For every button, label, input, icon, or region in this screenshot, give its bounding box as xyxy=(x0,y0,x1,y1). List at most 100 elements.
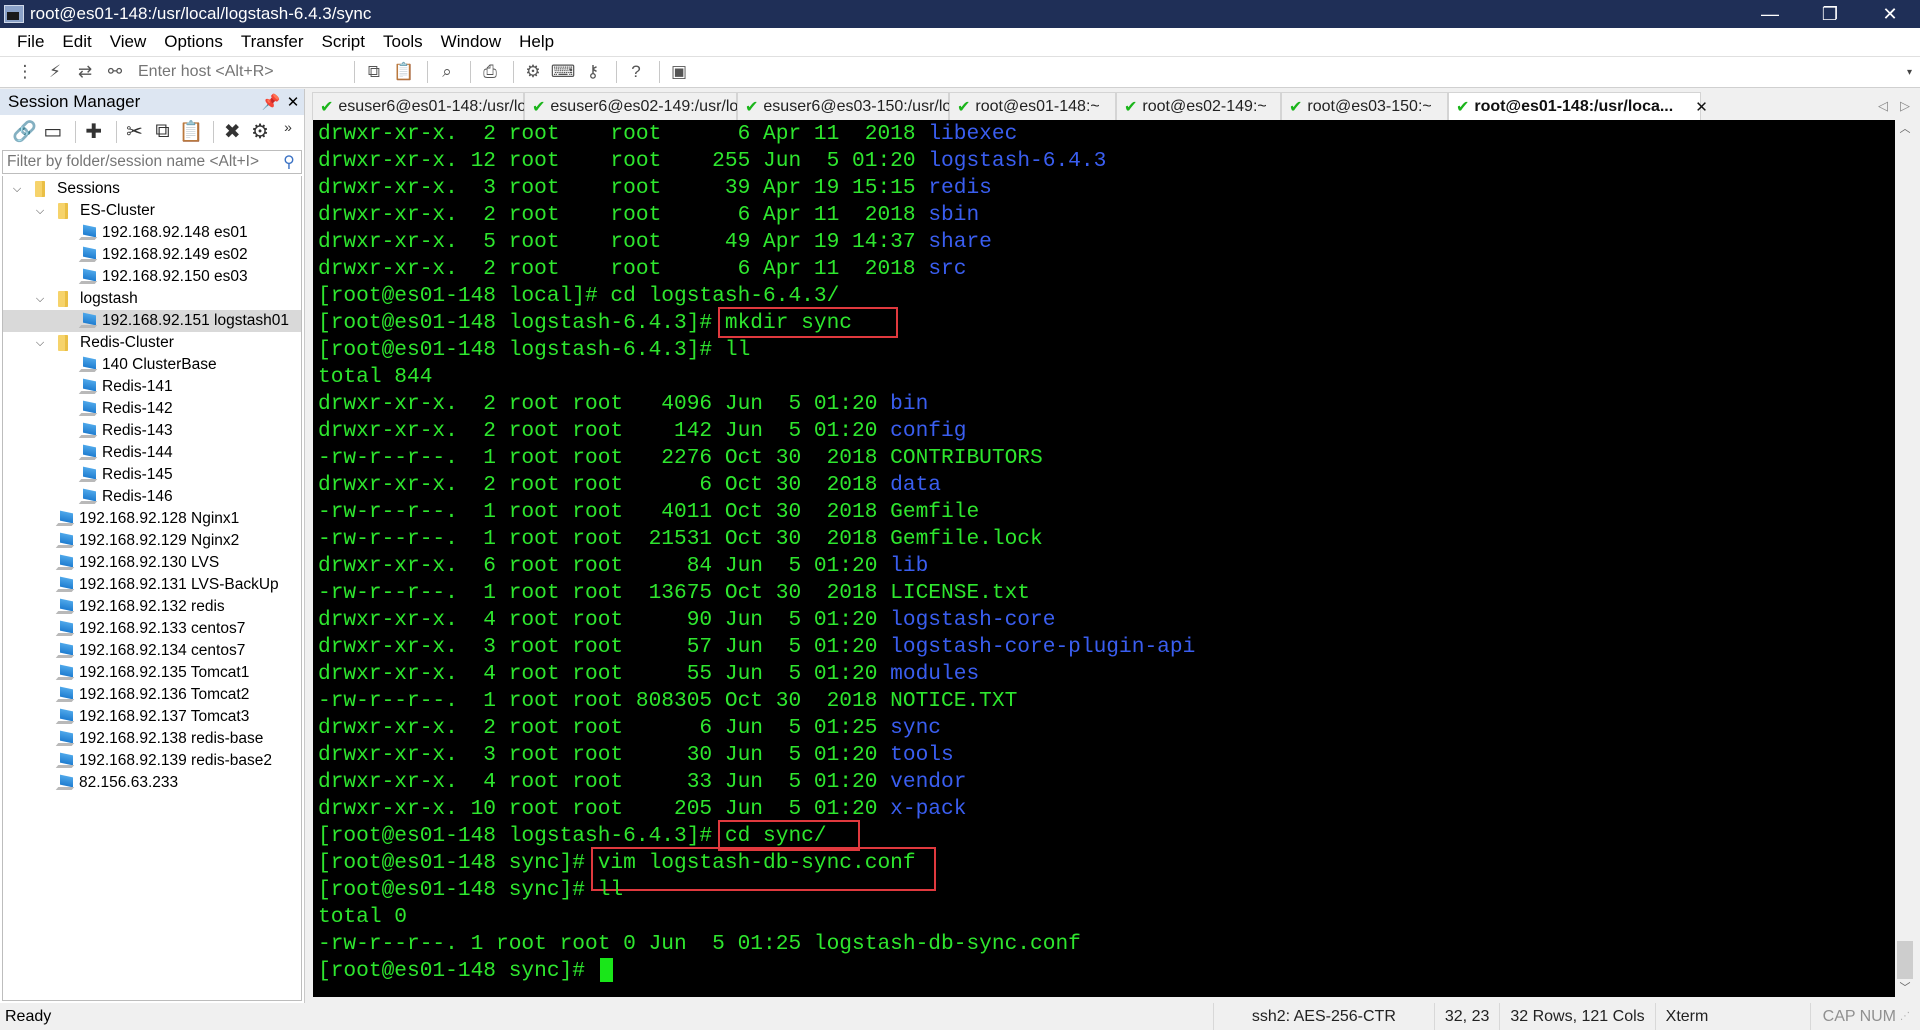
restore-button[interactable]: ❐ xyxy=(1800,0,1860,28)
menu-edit[interactable]: Edit xyxy=(53,32,100,52)
reconnect-icon[interactable]: ⇄ xyxy=(72,60,98,84)
scrollbar-thumb[interactable] xyxy=(1897,941,1913,979)
menu-file[interactable]: File xyxy=(8,32,53,52)
menu-options[interactable]: Options xyxy=(155,32,232,52)
find-icon[interactable]: ⌕ xyxy=(434,60,460,84)
chevron-down-icon[interactable]: ⌵ xyxy=(32,205,48,218)
help-icon[interactable]: ? xyxy=(623,60,649,84)
terminal-line: -rw-r--r--. 1 root root 13675 Oct 30 201… xyxy=(318,580,1895,607)
menu-view[interactable]: View xyxy=(101,32,156,52)
minimize-button[interactable]: — xyxy=(1740,0,1800,28)
keymap-icon[interactable]: ⌨ xyxy=(550,60,576,84)
tree-session[interactable]: 192.168.92.137 Tomcat3 xyxy=(3,706,301,728)
chevron-down-icon[interactable]: ⌵ xyxy=(32,293,48,306)
search-icon[interactable]: ⚲ xyxy=(277,152,301,172)
tree-session[interactable]: Redis-144 xyxy=(3,442,301,464)
terminal-scrollbar[interactable]: ︿ ﹀ xyxy=(1895,120,1915,997)
tree-session[interactable]: Redis-145 xyxy=(3,464,301,486)
delete-icon[interactable]: ✖ xyxy=(220,120,244,144)
terminal-text: -rw-r--r--. 1 root root 4011 Oct 30 2018… xyxy=(318,500,980,524)
enter-host-input[interactable] xyxy=(138,60,328,84)
resize-grip-icon[interactable]: ⋰ xyxy=(1898,1003,1920,1030)
close-tab-icon[interactable]: ✕ xyxy=(1695,98,1708,116)
sftp-icon[interactable]: ▣ xyxy=(666,60,692,84)
paste-icon[interactable]: 📋 xyxy=(391,60,417,84)
tree-session[interactable]: 192.168.92.139 redis-base2 xyxy=(3,750,301,772)
tree-session[interactable]: 192.168.92.138 redis-base xyxy=(3,728,301,750)
tree-session[interactable]: Redis-146 xyxy=(3,486,301,508)
tree-session[interactable]: 82.156.63.233 xyxy=(3,772,301,794)
tree-session[interactable]: 192.168.92.151 logstash01 xyxy=(3,310,301,332)
tab-session[interactable]: ✔ esuser6@es01-148:/usr/local... xyxy=(312,92,560,120)
terminal-line: drwxr-xr-x. 4 root root 33 Jun 5 01:20 v… xyxy=(318,769,1895,796)
tree-session[interactable]: Redis-143 xyxy=(3,420,301,442)
tree-session[interactable]: Redis-141 xyxy=(3,376,301,398)
menu-window[interactable]: Window xyxy=(432,32,510,52)
copy-icon[interactable]: ⧉ xyxy=(151,120,175,144)
tree-folder[interactable]: ⌵ ES-Cluster xyxy=(3,200,301,222)
tree-session[interactable]: Redis-142 xyxy=(3,398,301,420)
tab-active-session[interactable]: ✔ root@es01-148:/usr/loca... ✕ xyxy=(1448,92,1708,120)
paste-icon[interactable]: 📋 xyxy=(178,120,203,144)
disconnect-icon[interactable]: ⚯ xyxy=(102,60,128,84)
menu-script[interactable]: Script xyxy=(313,32,374,52)
menu-transfer[interactable]: Transfer xyxy=(232,32,313,52)
more-icon[interactable]: » xyxy=(276,115,300,139)
terminal-text: drwxr-xr-x. 3 root root 57 Jun 5 01:20 xyxy=(318,635,891,659)
close-button[interactable]: ✕ xyxy=(1860,0,1920,28)
connect-in-tab-icon[interactable]: ⋮ xyxy=(12,60,38,84)
new-session-icon[interactable]: ✚ xyxy=(82,120,106,144)
copy-icon[interactable]: ⧉ xyxy=(361,60,387,84)
settings-icon[interactable]: ⚙ xyxy=(520,60,546,84)
connected-check-icon: ✔ xyxy=(745,98,759,116)
tree-session[interactable]: 192.168.92.135 Tomcat1 xyxy=(3,662,301,684)
tree-session[interactable]: 192.168.92.150 es03 xyxy=(3,266,301,288)
tree-session[interactable]: 192.168.92.134 centos7 xyxy=(3,640,301,662)
tab-session[interactable]: ✔ root@es02-149:~ xyxy=(1116,92,1281,120)
tree-folder[interactable]: ⌵ Redis-Cluster xyxy=(3,332,301,354)
cut-icon[interactable]: ✂ xyxy=(123,120,147,144)
tree-folder[interactable]: ⌵ logstash xyxy=(3,288,301,310)
directory-name: src xyxy=(928,257,967,281)
tree-item-label: 192.168.92.151 logstash01 xyxy=(102,312,290,329)
connect-tab-icon[interactable]: ▭ xyxy=(41,120,65,144)
tree-folder[interactable]: ⌵ Sessions xyxy=(3,178,301,200)
status-caps-lock: CAP xyxy=(1809,1003,1858,1030)
tree-session[interactable]: 192.168.92.133 centos7 xyxy=(3,618,301,640)
chevron-down-icon[interactable]: ⌵ xyxy=(9,183,25,196)
tree-session[interactable]: 192.168.92.136 Tomcat2 xyxy=(3,684,301,706)
scroll-up-icon[interactable]: ︿ xyxy=(1895,120,1915,138)
terminal-line: [root@es01-148 sync]# vim logstash-db-sy… xyxy=(318,847,1895,891)
properties-icon[interactable]: ⚙ xyxy=(248,120,272,144)
tab-session[interactable]: ✔ esuser6@es02-149:/usr/local... xyxy=(524,92,772,120)
scroll-down-icon[interactable]: ﹀ xyxy=(1895,979,1915,997)
pin-icon[interactable]: 📌 xyxy=(260,93,282,111)
toolbar-dropdown-icon[interactable]: ▾ xyxy=(1907,67,1912,78)
terminal-output[interactable]: drwxr-xr-x. 2 root root 6 Apr 11 2018 li… xyxy=(313,120,1895,997)
connect-icon[interactable]: 🔗 xyxy=(12,120,37,144)
session-filter-input[interactable] xyxy=(3,153,277,171)
tree-session[interactable]: 192.168.92.149 es02 xyxy=(3,244,301,266)
tree-session[interactable]: 192.168.92.129 Nginx2 xyxy=(3,530,301,552)
tree-session[interactable]: 192.168.92.130 LVS xyxy=(3,552,301,574)
tree-session[interactable]: 140 ClusterBase xyxy=(3,354,301,376)
tree-session[interactable]: 192.168.92.132 redis xyxy=(3,596,301,618)
terminal-line: [root@es01-148 sync]# ll xyxy=(318,877,1895,904)
tree-session[interactable]: 192.168.92.131 LVS-BackUp xyxy=(3,574,301,596)
tab-session[interactable]: ✔ root@es01-148:~ xyxy=(949,92,1116,120)
tree-session[interactable]: 192.168.92.128 Nginx1 xyxy=(3,508,301,530)
scroll-tabs-left-icon[interactable]: ◁ xyxy=(1878,98,1888,114)
menu-tools[interactable]: Tools xyxy=(374,32,432,52)
session-computer-icon xyxy=(57,644,75,658)
tree-item-label: Redis-141 xyxy=(102,378,173,395)
key-icon[interactable]: ⚷ xyxy=(580,60,606,84)
close-pane-icon[interactable]: ✕ xyxy=(282,93,304,111)
print-icon[interactable]: ⎙ xyxy=(477,60,503,84)
quick-connect-icon[interactable]: ⚡ xyxy=(42,60,68,84)
tab-session[interactable]: ✔ esuser6@es03-150:/usr/local... xyxy=(737,92,985,120)
chevron-down-icon[interactable]: ⌵ xyxy=(32,337,48,350)
scroll-tabs-right-icon[interactable]: ▷ xyxy=(1900,98,1910,114)
menu-help[interactable]: Help xyxy=(510,32,563,52)
tab-session[interactable]: ✔ root@es03-150:~ xyxy=(1281,92,1448,120)
tree-session[interactable]: 192.168.92.148 es01 xyxy=(3,222,301,244)
